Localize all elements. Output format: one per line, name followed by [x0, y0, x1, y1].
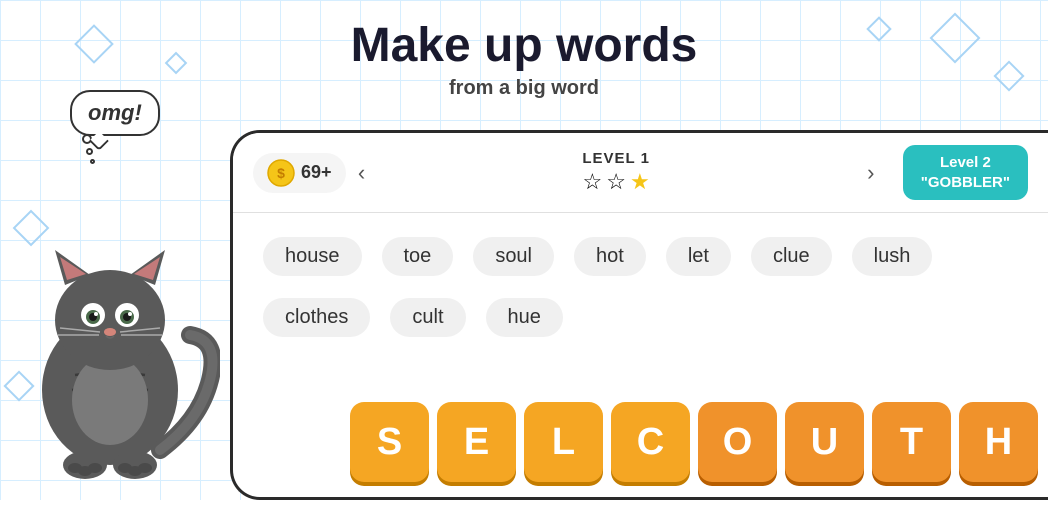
tile-H[interactable]: H — [959, 402, 1038, 482]
level-label: LEVEL 1 — [582, 150, 650, 167]
tile-C[interactable]: C — [611, 402, 690, 482]
word-clothes[interactable]: clothes — [263, 298, 370, 337]
tile-S[interactable]: S — [350, 402, 429, 482]
header: Make up words from a big word — [0, 20, 1048, 100]
coin-amount: 69+ — [301, 162, 332, 183]
tile-E[interactable]: E — [437, 402, 516, 482]
panel-topbar: $ 69+ ‹ LEVEL 1 ☆ ☆ ★ › Level 2 "GOBBLER… — [233, 133, 1048, 213]
words-area: house toe soul hot let clue lush clothes… — [233, 213, 1048, 361]
svg-text:$: $ — [277, 165, 285, 181]
tile-T[interactable]: T — [872, 402, 951, 482]
tile-O[interactable]: O — [698, 402, 777, 482]
bubble-dots — [82, 134, 95, 164]
main-subtitle: from a big word — [0, 77, 1048, 100]
star-1: ☆ — [583, 169, 603, 195]
next-level-line1: Level 2 — [921, 153, 1010, 173]
star-2: ☆ — [606, 169, 626, 195]
prev-level-arrow[interactable]: ‹ — [346, 157, 378, 189]
star-3: ★ — [630, 169, 650, 195]
level-info: LEVEL 1 ☆ ☆ ★ — [378, 150, 855, 195]
cat-svg — [0, 160, 220, 500]
coin-badge: $ 69+ — [253, 153, 346, 193]
word-let[interactable]: let — [666, 237, 731, 276]
next-level-line2: "GOBBLER" — [921, 173, 1010, 193]
next-level-button[interactable]: Level 2 "GOBBLER" — [903, 145, 1028, 200]
word-hot[interactable]: hot — [574, 237, 646, 276]
tile-U[interactable]: U — [785, 402, 864, 482]
bubble-dot-1 — [82, 134, 92, 144]
speech-text: omg! — [88, 100, 142, 125]
coin-icon: $ — [267, 159, 295, 187]
next-level-arrow[interactable]: › — [855, 157, 887, 189]
word-cult[interactable]: cult — [390, 298, 465, 337]
word-hue[interactable]: hue — [486, 298, 563, 337]
word-lush[interactable]: lush — [852, 237, 933, 276]
word-house[interactable]: house — [263, 237, 362, 276]
tile-L[interactable]: L — [524, 402, 603, 482]
tiles-row: S E L C O U T H — [350, 402, 1038, 482]
word-soul[interactable]: soul — [473, 237, 554, 276]
stars-row: ☆ ☆ ★ — [583, 169, 650, 195]
word-toe[interactable]: toe — [382, 237, 454, 276]
speech-bubble: omg! — [70, 90, 160, 136]
cat-character — [0, 160, 230, 500]
main-title: Make up words — [0, 20, 1048, 73]
bubble-dot-2 — [86, 148, 93, 155]
bubble-dot-3 — [90, 159, 95, 164]
word-clue[interactable]: clue — [751, 237, 832, 276]
